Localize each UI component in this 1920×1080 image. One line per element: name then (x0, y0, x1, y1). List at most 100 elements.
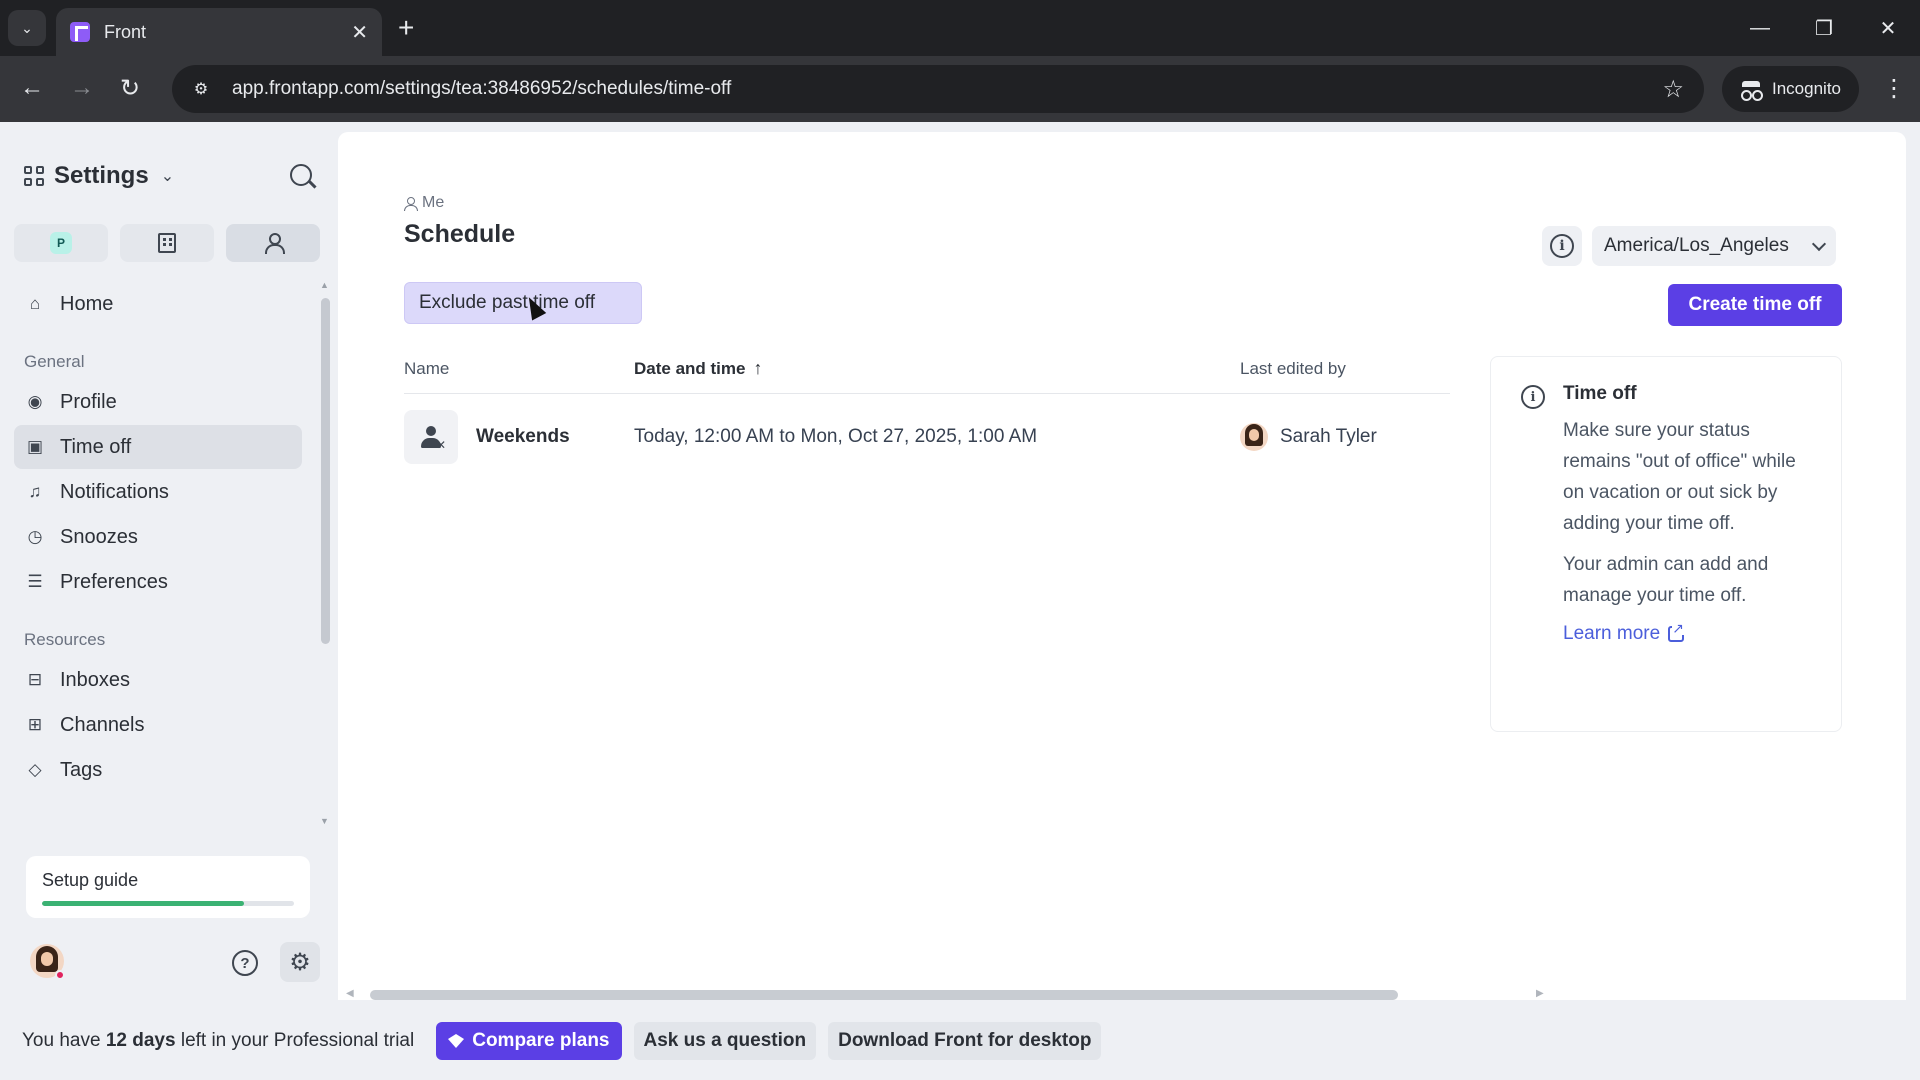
sort-ascending-icon: ↑ (753, 358, 763, 378)
chevron-down-icon: ⌄ (160, 168, 175, 185)
help-icon[interactable]: ? (232, 950, 258, 976)
trial-days: 12 days (105, 1030, 176, 1051)
browser-tab-bar: ⌄ Front ✕ + — ❐ ✕ (0, 0, 1920, 56)
nav-item-inboxes[interactable]: ⊟ Inboxes (14, 658, 302, 702)
page-title: Schedule (404, 220, 516, 248)
row-name-cell: ✕ Weekends (404, 410, 634, 464)
home-icon: ⌂ (29, 294, 41, 313)
setup-guide-progress-fill (42, 901, 244, 906)
nav-label: Tags (60, 758, 103, 781)
settings-switcher[interactable]: Settings ⌄ (24, 162, 174, 190)
tag-icon: ◇ (28, 760, 42, 779)
scope-tab-company[interactable] (120, 224, 214, 262)
avatar (1240, 423, 1268, 451)
settings-sidebar: Settings ⌄ P ⌂ Home General ◉ Profile ▣ Tim… (0, 122, 336, 1002)
grid-icon (24, 166, 44, 186)
back-icon[interactable]: ← (20, 74, 44, 102)
nav-label: Snoozes (60, 525, 138, 548)
horizontal-scrollbar[interactable]: ◀ ▶ (346, 988, 1556, 1000)
setup-guide-progress (42, 901, 294, 906)
gear-icon[interactable]: ⚙ (280, 942, 320, 982)
minimize-icon[interactable]: — (1728, 17, 1792, 40)
tab-search-button[interactable]: ⌄ (8, 10, 46, 46)
column-header-last-edited[interactable]: Last edited by (1240, 359, 1450, 379)
browser-menu-icon[interactable]: ⋮ (1882, 74, 1906, 103)
info-card-text: Your admin can add and manage your time … (1563, 554, 1769, 606)
info-card-text: Make sure your status remains "out of of… (1563, 420, 1796, 534)
time-off-table: Name Date and time ↑ Last edited by ✕ We… (404, 344, 1450, 480)
url-text[interactable]: app.frontapp.com/settings/tea:38486952/s… (232, 78, 1662, 100)
timezone-info-button[interactable]: i (1542, 226, 1582, 266)
column-header-date[interactable]: Date and time ↑ (634, 358, 1240, 379)
row-edited-by: Sarah Tyler (1280, 426, 1377, 447)
incognito-label: Incognito (1772, 79, 1841, 98)
compare-plans-button[interactable]: Compare plans (436, 1022, 622, 1060)
scope-tab-personal[interactable] (226, 224, 320, 262)
column-header-name[interactable]: Name (404, 359, 634, 379)
bookmark-star-icon[interactable]: ☆ (1662, 75, 1684, 104)
nav-item-time-off[interactable]: ▣ Time off (14, 425, 302, 469)
nav-item-profile[interactable]: ◉ Profile (14, 380, 302, 424)
scroll-right-arrow-icon[interactable]: ▶ (1536, 988, 1544, 999)
external-link-icon (1668, 621, 1685, 642)
nav-item-preferences[interactable]: ☰ Preferences (14, 560, 302, 604)
column-header-date-label: Date and time (634, 358, 746, 378)
create-time-off-button[interactable]: Create time off (1668, 284, 1842, 326)
nav-section-resources: Resources (24, 630, 106, 649)
browser-toolbar: ← → ↻ ⚙ app.frontapp.com/settings/tea:38… (0, 56, 1920, 122)
reload-icon[interactable]: ↻ (120, 74, 140, 103)
learn-more-link[interactable]: Learn more (1563, 621, 1815, 645)
trial-text: You have 12 days left in your Profession… (22, 1030, 415, 1051)
ask-question-button[interactable]: Ask us a question (633, 1022, 817, 1060)
window-close-icon[interactable]: ✕ (1856, 16, 1920, 41)
nav-item-snoozes[interactable]: ◷ Snoozes (14, 515, 302, 559)
window-controls: — ❐ ✕ (1728, 0, 1920, 56)
settings-title: Settings (54, 162, 149, 189)
scope-tab-personal-workspace[interactable]: P (14, 224, 108, 262)
info-card-title: Time off (1563, 383, 1637, 404)
row-name: Weekends (476, 426, 570, 447)
nav-label: Profile (60, 390, 117, 413)
breadcrumb-item[interactable]: Me (422, 194, 444, 212)
site-info-icon[interactable]: ⚙ (186, 74, 216, 104)
forward-icon[interactable]: → (70, 74, 94, 102)
new-tab-button[interactable]: + (398, 12, 414, 44)
time-off-info-card: i Time off Make sure your status remains… (1490, 356, 1842, 732)
timezone-select[interactable]: America/Los_Angeles (1592, 226, 1836, 266)
timezone-value: America/Los_Angeles (1604, 235, 1789, 256)
nav-item-notifications[interactable]: ♫ Notifications (14, 470, 302, 514)
front-favicon-icon (70, 22, 90, 42)
address-bar[interactable]: ⚙ app.frontapp.com/settings/tea:38486952… (172, 65, 1704, 113)
sliders-icon: ☰ (27, 572, 43, 591)
scroll-left-arrow-icon[interactable]: ◀ (346, 988, 354, 999)
chevron-down-icon: ⌄ (21, 19, 33, 36)
sidebar-scrollbar[interactable] (321, 298, 330, 644)
info-icon: i (1521, 385, 1545, 409)
scroll-up-arrow-icon[interactable]: ▲ (320, 280, 329, 290)
scroll-down-arrow-icon[interactable]: ▼ (320, 816, 329, 826)
search-icon[interactable] (290, 164, 312, 186)
horizontal-scroll-thumb[interactable] (370, 990, 1398, 1000)
nav-item-tags[interactable]: ◇ Tags (14, 748, 302, 792)
download-desktop-button[interactable]: Download Front for desktop (828, 1022, 1102, 1060)
chevron-down-icon (1811, 236, 1827, 252)
row-date: Today, 12:00 AM to Mon, Oct 27, 2025, 1:… (634, 426, 1038, 447)
nav-label: Notifications (60, 480, 169, 503)
nav-label: Channels (60, 713, 145, 736)
incognito-indicator[interactable]: Incognito (1722, 66, 1859, 112)
alarm-clock-icon: ◷ (27, 527, 43, 546)
restore-icon[interactable]: ❐ (1792, 16, 1856, 41)
person-icon (404, 196, 418, 211)
person-icon (264, 233, 285, 254)
nav-section-general: General (24, 352, 85, 371)
setup-guide-card[interactable]: Setup guide (26, 856, 310, 918)
nav-item-home[interactable]: ⌂ Home (14, 282, 302, 326)
nav-item-channels[interactable]: ⊞ Channels (14, 703, 302, 747)
table-row[interactable]: ✕ Weekends Today, 12:00 AM to Mon, Oct 2… (404, 394, 1450, 480)
bell-icon: ♫ (28, 482, 42, 501)
browser-tab[interactable]: Front ✕ (56, 8, 382, 56)
settings-scope-tabs: P (14, 224, 332, 262)
nav-label: Preferences (60, 570, 168, 593)
channels-grid-icon: ⊞ (27, 715, 43, 734)
close-icon[interactable]: ✕ (351, 20, 368, 45)
